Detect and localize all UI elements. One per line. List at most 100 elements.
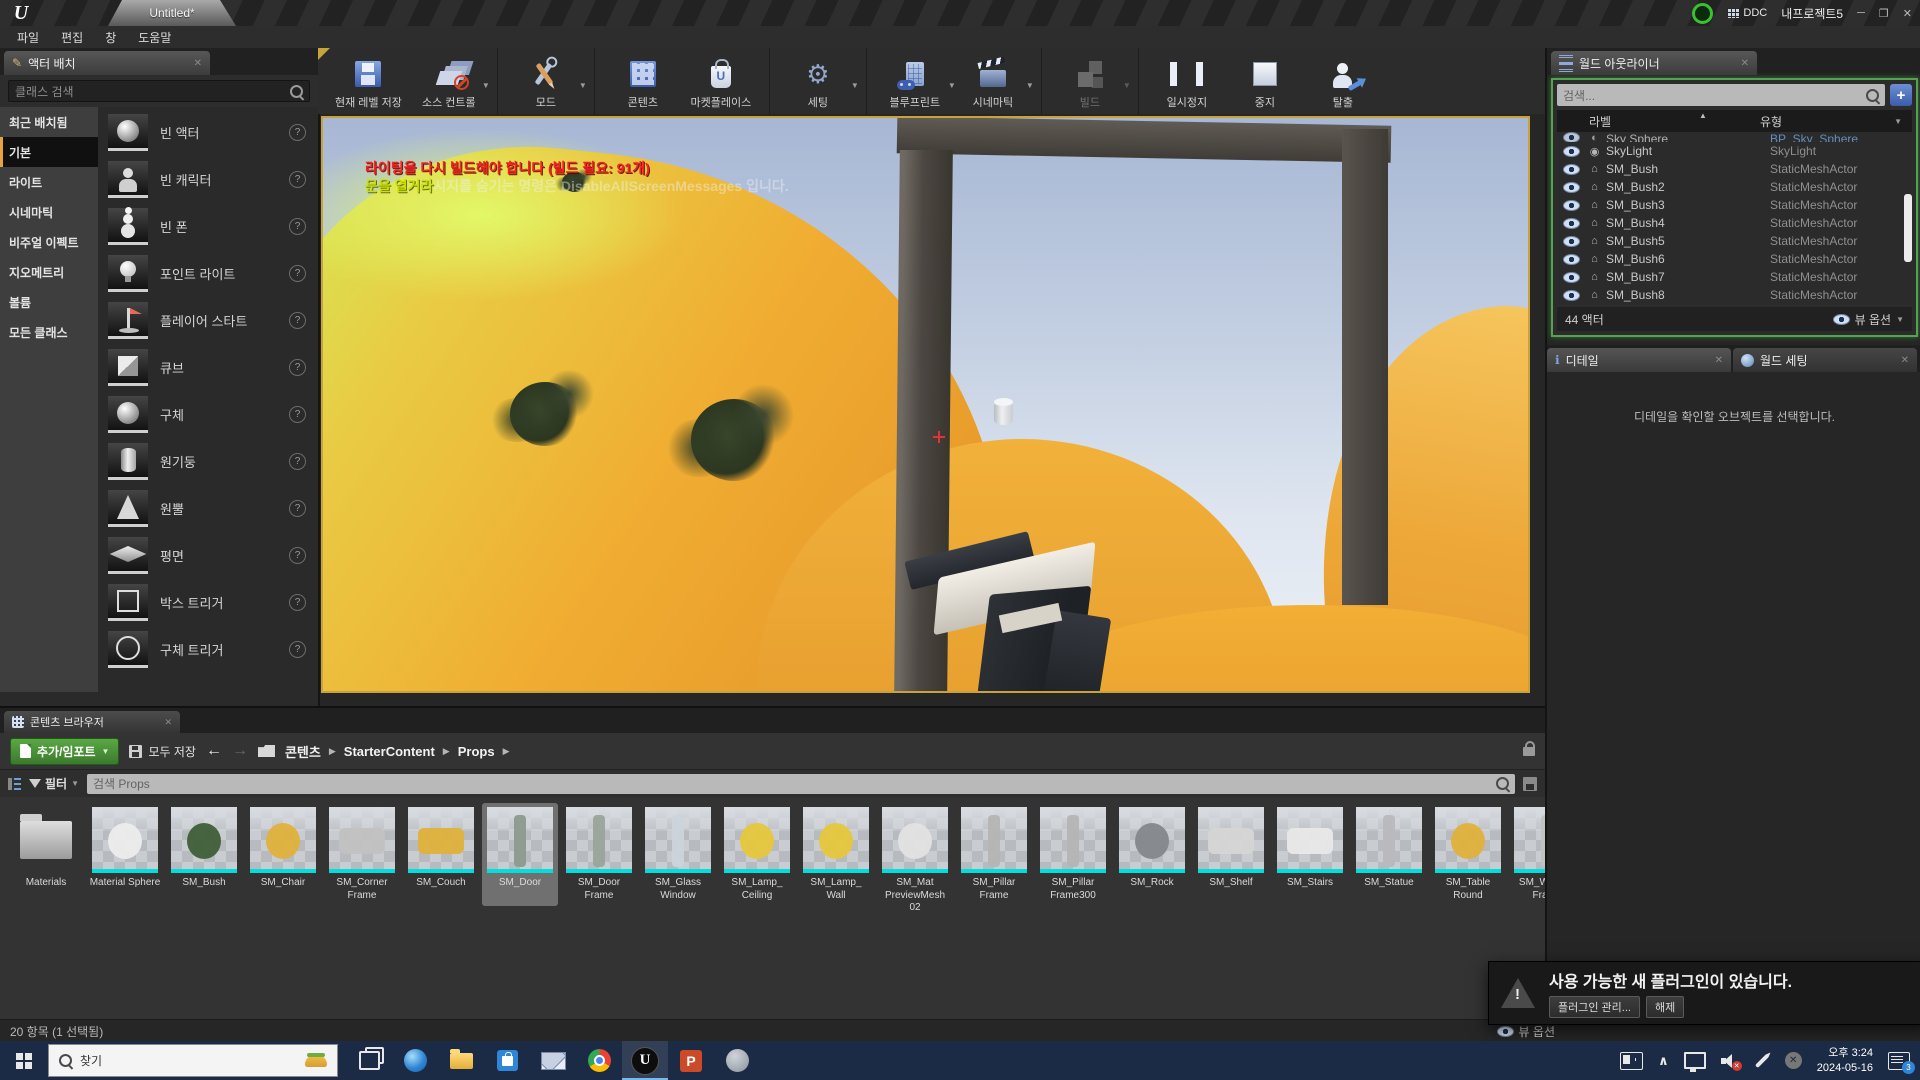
- asset-tile[interactable]: SM_Couch: [403, 803, 479, 906]
- outliner-column-header[interactable]: ▲ 라벨 유형▼: [1557, 110, 1912, 132]
- help-icon[interactable]: ?: [289, 500, 306, 517]
- asset-tile[interactable]: SM_Rock: [1114, 803, 1190, 906]
- start-button[interactable]: [0, 1041, 48, 1080]
- lock-icon[interactable]: [1523, 747, 1535, 756]
- save-search-icon[interactable]: [1523, 777, 1537, 791]
- place-item[interactable]: 빈 폰?: [98, 203, 318, 250]
- category-지오메트리[interactable]: 지오메트리: [0, 257, 98, 287]
- eye-icon[interactable]: [1563, 290, 1580, 301]
- place-item[interactable]: 빈 액터?: [98, 109, 318, 156]
- place-item[interactable]: 원기둥?: [98, 438, 318, 485]
- asset-tile[interactable]: SM_Glass Window: [640, 803, 716, 906]
- taskbar-app-unreal[interactable]: U: [622, 1041, 668, 1080]
- outliner-row[interactable]: ⌂SM_Bush2StaticMeshActor: [1557, 178, 1912, 196]
- outliner-search-input[interactable]: 검색...: [1557, 84, 1885, 106]
- taskbar-app-powerpoint[interactable]: P: [668, 1041, 714, 1080]
- volume-muted-icon[interactable]: ✕: [1721, 1053, 1739, 1069]
- eye-icon[interactable]: [1563, 182, 1580, 193]
- column-label[interactable]: 라벨: [1557, 113, 1760, 130]
- category-볼륨[interactable]: 볼륨: [0, 287, 98, 317]
- category-기본[interactable]: 기본: [0, 137, 98, 167]
- asset-tile[interactable]: SM_Table Round: [1430, 803, 1506, 906]
- close-button[interactable]: ✕: [1903, 7, 1912, 20]
- outliner-row[interactable]: ◉SkyLightSkyLight: [1557, 142, 1912, 160]
- save-button[interactable]: 현재 레벨 저장: [327, 48, 410, 114]
- asset-tile[interactable]: SM_Shelf: [1193, 803, 1269, 906]
- category-라이트[interactable]: 라이트: [0, 167, 98, 197]
- asset-tile[interactable]: Materials: [8, 803, 84, 906]
- asset-tile[interactable]: SM_Door: [482, 803, 558, 906]
- asset-tile[interactable]: SM_Bush: [166, 803, 242, 906]
- maximize-button[interactable]: ❐: [1879, 7, 1889, 20]
- close-circle-icon[interactable]: ✕: [1785, 1052, 1802, 1069]
- eye-icon[interactable]: [1563, 272, 1580, 283]
- help-icon[interactable]: ?: [289, 265, 306, 282]
- dismiss-button[interactable]: 해제: [1646, 996, 1684, 1018]
- category-최근 배치됨[interactable]: 최근 배치됨: [0, 107, 98, 137]
- asset-tile[interactable]: SM_Pillar Frame300: [1035, 803, 1111, 906]
- place-item[interactable]: 구체?: [98, 391, 318, 438]
- asset-tile[interactable]: SM_Stairs: [1272, 803, 1348, 906]
- help-icon[interactable]: ?: [289, 171, 306, 188]
- place-item[interactable]: 원뿔?: [98, 485, 318, 532]
- help-icon[interactable]: ?: [289, 124, 306, 141]
- eject-button[interactable]: 탈출: [1304, 48, 1382, 114]
- outliner-row[interactable]: ⌂SM_Bush4StaticMeshActor: [1557, 214, 1912, 232]
- breadcrumb-item-1[interactable]: StarterContent: [344, 744, 435, 759]
- monitor-icon[interactable]: [1684, 1052, 1706, 1069]
- place-item[interactable]: 빈 캐릭터?: [98, 156, 318, 203]
- content-button[interactable]: 콘텐츠: [604, 48, 682, 114]
- help-icon[interactable]: ?: [289, 218, 306, 235]
- eye-icon[interactable]: [1563, 146, 1580, 157]
- outliner-row[interactable]: ⌂SM_Bush6StaticMeshActor: [1557, 250, 1912, 268]
- viewport[interactable]: 라이팅을 다시 빌드해야 합니다 (빌드 필요: 91개) 문을 열거라시지를 …: [321, 116, 1530, 693]
- save-all-button[interactable]: 모두 저장: [129, 743, 196, 760]
- menu-item-2[interactable]: 창: [94, 27, 127, 48]
- help-icon[interactable]: ?: [289, 594, 306, 611]
- outliner-row[interactable]: ⌂SM_Bush8StaticMeshActor: [1557, 286, 1912, 304]
- category-비주얼 이펙트[interactable]: 비주얼 이펙트: [0, 227, 98, 257]
- taskbar-app-edge[interactable]: [392, 1041, 438, 1080]
- asset-tile[interactable]: SM_Mat PreviewMesh 02: [877, 803, 953, 919]
- place-item[interactable]: 플레이어 스타트?: [98, 297, 318, 344]
- eye-icon[interactable]: [1563, 236, 1580, 247]
- asset-tile[interactable]: SM_Door Frame: [561, 803, 637, 906]
- category-시네마틱[interactable]: 시네마틱: [0, 197, 98, 227]
- modes-button[interactable]: ▼모드: [507, 48, 585, 114]
- pen-icon[interactable]: [1755, 1053, 1769, 1067]
- asset-tile[interactable]: Material Sphere: [87, 803, 163, 906]
- breadcrumb-item-0[interactable]: 콘텐츠: [285, 742, 321, 761]
- outliner-row[interactable]: ⌂SM_Bush3StaticMeshActor: [1557, 196, 1912, 214]
- asset-tile[interactable]: SM_Lamp_ Ceiling: [719, 803, 795, 906]
- close-icon[interactable]: ✕: [1741, 58, 1749, 69]
- action-center-icon[interactable]: 3: [1888, 1052, 1910, 1070]
- sources-panel-icon[interactable]: [8, 778, 21, 790]
- help-icon[interactable]: ?: [289, 406, 306, 423]
- eye-icon[interactable]: [1563, 218, 1580, 229]
- source-control-button[interactable]: ▼소스 컨트롤: [410, 48, 488, 114]
- place-item[interactable]: 포인트 라이트?: [98, 250, 318, 297]
- close-icon[interactable]: ✕: [1715, 355, 1723, 366]
- close-icon[interactable]: ✕: [1901, 355, 1909, 366]
- category-모든 클래스[interactable]: 모든 클래스: [0, 317, 98, 347]
- asset-search-input[interactable]: 검색 Props: [87, 774, 1515, 794]
- add-import-button[interactable]: 추가/임포트 ▼: [10, 738, 119, 765]
- help-icon[interactable]: ?: [289, 453, 306, 470]
- asset-tile[interactable]: SM_Chair: [245, 803, 321, 906]
- asset-tile[interactable]: SM_Corner Frame: [324, 803, 400, 906]
- minimize-button[interactable]: ─: [1857, 7, 1865, 20]
- content-view-options-button[interactable]: 뷰 옵션: [1497, 1023, 1555, 1040]
- place-item[interactable]: 구체 트리거?: [98, 626, 318, 673]
- taskbar-app-task-view[interactable]: [346, 1041, 392, 1080]
- close-icon[interactable]: ✕: [164, 717, 172, 728]
- taskbar-app-file-explorer[interactable]: [438, 1041, 484, 1080]
- outliner-row[interactable]: ⌂SM_BushStaticMeshActor: [1557, 160, 1912, 178]
- help-icon[interactable]: ?: [289, 312, 306, 329]
- asset-tile[interactable]: SM_Statue: [1351, 803, 1427, 906]
- path-folder-icon[interactable]: [258, 745, 275, 757]
- outliner-scrollbar[interactable]: [1904, 194, 1912, 262]
- class-search-input[interactable]: 클래스 검색: [8, 80, 310, 102]
- blueprints-button[interactable]: ▼블루프린트: [876, 48, 954, 114]
- place-item[interactable]: 큐브?: [98, 344, 318, 391]
- asset-tile[interactable]: SM_Window Frame: [1509, 803, 1545, 906]
